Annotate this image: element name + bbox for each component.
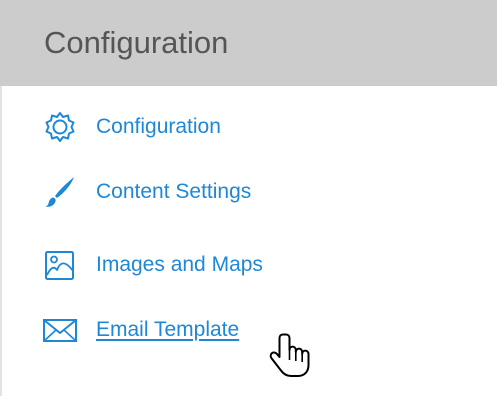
panel-title: Configuration — [44, 25, 229, 60]
configuration-panel: Configuration Configuration Content Sett… — [0, 0, 497, 396]
menu-item-label: Content Settings — [96, 180, 252, 203]
menu-item-label: Configuration — [96, 115, 221, 138]
menu-item-configuration[interactable]: Configuration — [40, 107, 340, 147]
envelope-icon — [40, 310, 80, 350]
image-icon — [40, 245, 80, 285]
brush-icon — [40, 172, 80, 212]
gear-icon — [40, 107, 80, 147]
hand-pointer-icon — [268, 331, 314, 383]
menu-item-label: Images and Maps — [96, 253, 263, 276]
menu-item-label: Email Template — [96, 318, 240, 341]
menu-item-content-settings[interactable]: Content Settings — [40, 172, 340, 212]
menu-item-images-and-maps[interactable]: Images and Maps — [40, 245, 340, 285]
panel-header: Configuration — [0, 0, 497, 86]
